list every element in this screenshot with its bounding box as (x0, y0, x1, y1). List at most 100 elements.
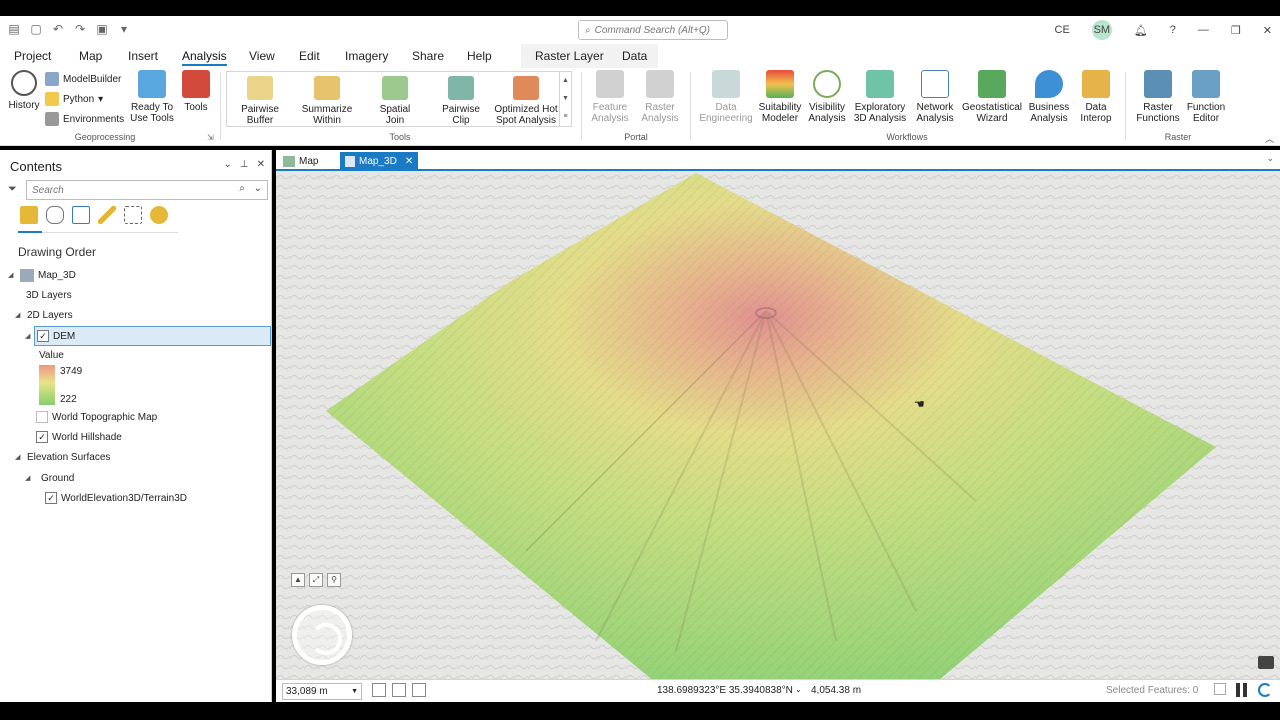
tab-share[interactable]: Share (412, 49, 444, 63)
collapse-ribbon-icon[interactable]: ︿ (1265, 132, 1274, 145)
restore-icon[interactable]: ❐ (1231, 24, 1241, 37)
dialog-launcher-icon[interactable]: ⇲ (207, 133, 214, 142)
geostatistical-wizard-button[interactable]: Geostatistical Wizard (960, 70, 1024, 124)
tab-imagery[interactable]: Imagery (345, 49, 388, 63)
network-analysis-button[interactable]: Network Analysis (912, 70, 958, 124)
navigation-tools-icon[interactable] (372, 683, 386, 697)
data-interop-button[interactable]: Data Interop (1074, 70, 1118, 124)
ready-to-use-tools-button[interactable]: Ready To Use Tools (126, 70, 178, 124)
tab-map3d-view[interactable]: Map_3D ✕ (340, 152, 419, 170)
spatial-join-button[interactable]: Spatial Join (371, 76, 419, 126)
feature-analysis-button[interactable]: Feature Analysis (586, 70, 634, 124)
gallery-scroll[interactable]: ▲ ▼ ≡ (559, 72, 571, 126)
expand-icon[interactable]: ◢ (15, 453, 23, 461)
navigator-icon[interactable] (292, 605, 352, 665)
function-editor-button[interactable]: Function Editor (1186, 70, 1226, 124)
hillshade-checkbox[interactable]: ✓ (36, 431, 48, 443)
selection-view-icon[interactable] (72, 206, 90, 224)
tab-analysis[interactable]: Analysis (182, 49, 227, 66)
snapping-view-icon[interactable] (124, 206, 142, 224)
pane-menu-icon[interactable]: ⌄ (224, 159, 232, 170)
minimize-icon[interactable]: — (1198, 24, 1209, 36)
scale-input[interactable]: 33,089 m ▼ (282, 683, 362, 700)
help-icon[interactable]: ? (1170, 24, 1176, 36)
pin-icon[interactable]: ⊥ (240, 159, 249, 170)
tools-button[interactable]: Tools (181, 70, 211, 113)
tab-raster-layer[interactable]: Raster Layer (535, 49, 604, 63)
tab-edit[interactable]: Edit (299, 49, 320, 63)
first-person-icon[interactable]: ⚲ (327, 573, 341, 587)
close-tab-icon[interactable]: ✕ (405, 156, 413, 167)
raster-functions-button[interactable]: Raster Functions (1132, 70, 1184, 124)
business-analysis-button[interactable]: Business Analysis (1026, 70, 1072, 124)
python-button[interactable]: Python ▾ (45, 92, 103, 106)
customize-qat-icon[interactable]: ▾ (116, 21, 132, 37)
coordinate-format-dropdown-icon[interactable]: ⌄ (795, 685, 802, 694)
drawing-order-view-icon[interactable] (20, 206, 38, 224)
terrain-checkbox[interactable]: ✓ (45, 492, 57, 504)
dem-checkbox[interactable]: ✓ (37, 330, 49, 342)
tab-map[interactable]: Map (79, 49, 102, 63)
search-icon[interactable]: ⌕ (239, 183, 245, 194)
close-pane-icon[interactable]: ✕ (257, 159, 265, 170)
folder-icon[interactable]: ▣ (94, 21, 110, 37)
pairwise-buffer-button[interactable]: Pairwise Buffer (233, 76, 287, 126)
collapse-navigator-icon[interactable]: ▲ (291, 573, 305, 587)
topo-checkbox[interactable] (36, 411, 48, 423)
modelbuilder-button[interactable]: ModelBuilder (45, 72, 121, 86)
user-initials[interactable]: CE (1055, 24, 1070, 36)
tree-item-ground[interactable]: ◢ Ground (25, 469, 74, 487)
history-button[interactable]: History (6, 70, 42, 111)
refresh-table-icon[interactable] (1214, 683, 1226, 695)
expand-icon[interactable]: ◢ (15, 311, 23, 319)
tab-view[interactable]: View (249, 49, 275, 63)
tab-help[interactable]: Help (467, 49, 492, 63)
editing-view-icon[interactable] (98, 206, 116, 224)
snapping-icon[interactable] (412, 683, 426, 697)
tree-item-dem[interactable]: ◢ ✓ DEM (25, 327, 75, 345)
tree-item-elevation-surfaces[interactable]: ◢ Elevation Surfaces (15, 448, 110, 466)
tab-list-icon[interactable]: ⌄ (1266, 153, 1274, 164)
bell-icon[interactable]: 🔔︎ (1134, 24, 1148, 37)
full-extent-icon[interactable]: ⤢ (309, 573, 323, 587)
scene-canvas[interactable]: ☚ ▲ ⤢ ⚲ (276, 171, 1280, 679)
tree-item-terrain[interactable]: ✓ WorldElevation3D/Terrain3D (45, 489, 187, 507)
tab-data[interactable]: Data (622, 49, 647, 63)
refresh-icon[interactable] (1258, 683, 1272, 697)
expand-icon[interactable]: ◢ (8, 271, 16, 279)
close-icon[interactable]: ✕ (1263, 24, 1272, 37)
chevron-down-icon[interactable]: ▼ (351, 688, 358, 695)
raster-analysis-button[interactable]: Raster Analysis (636, 70, 684, 124)
suitability-modeler-button[interactable]: Suitability Modeler (756, 70, 804, 124)
exploratory-3d-analysis-button[interactable]: Exploratory 3D Analysis (850, 70, 910, 124)
environments-button[interactable]: Environments (45, 112, 124, 126)
tree-item-map[interactable]: ◢ Map_3D (8, 266, 76, 284)
expand-icon[interactable]: ◢ (25, 474, 33, 482)
grid-icon[interactable] (392, 683, 406, 697)
avatar[interactable]: SM (1091, 20, 1112, 40)
pause-drawing-icon[interactable] (1236, 683, 1248, 697)
data-engineering-button[interactable]: Data Engineering (698, 70, 754, 124)
undo-icon[interactable]: ↶ (50, 21, 66, 37)
redo-icon[interactable]: ↷ (72, 21, 88, 37)
optimized-hot-spot-button[interactable]: Optimized Hot Spot Analysis (493, 76, 559, 126)
visibility-analysis-button[interactable]: Visibility Analysis (806, 70, 848, 124)
chevron-down-icon[interactable]: ⌄ (254, 183, 262, 194)
pairwise-clip-button[interactable]: Pairwise Clip (437, 76, 485, 126)
command-search-input[interactable]: ⌕ Command Search (Alt+Q) (578, 20, 728, 40)
open-project-icon[interactable]: ▤ (6, 21, 22, 37)
tree-item-topo[interactable]: World Topographic Map (36, 408, 157, 426)
tab-project[interactable]: Project (14, 49, 51, 63)
tree-item-hillshade[interactable]: ✓ World Hillshade (36, 428, 122, 446)
tree-item-3d-layers[interactable]: 3D Layers (26, 286, 72, 304)
data-source-view-icon[interactable] (46, 206, 64, 224)
contents-search-input[interactable]: Search ⌕ ⌄ (26, 180, 268, 200)
tree-item-2d-layers[interactable]: ◢ 2D Layers (15, 306, 73, 324)
expand-icon[interactable]: ◢ (25, 332, 33, 340)
summarize-within-button[interactable]: Summarize Within (297, 76, 357, 126)
selected-features-count[interactable]: Selected Features: 0 (1106, 685, 1198, 696)
notifications-icon[interactable] (1258, 656, 1274, 669)
tab-map-view[interactable]: Map (278, 152, 323, 170)
labeling-view-icon[interactable] (150, 206, 168, 224)
save-icon[interactable]: ▢ (28, 21, 44, 37)
